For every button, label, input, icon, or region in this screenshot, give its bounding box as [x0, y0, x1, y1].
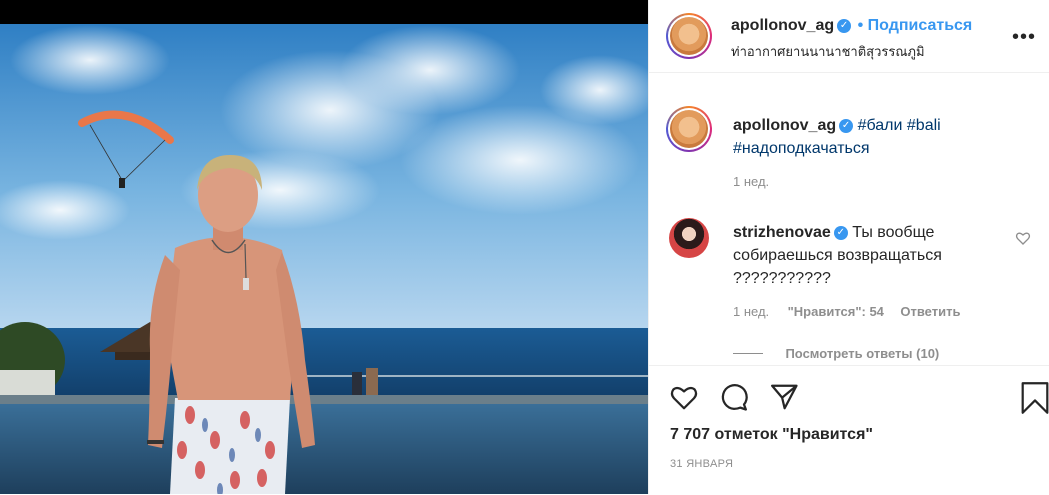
post-details-panel: apollonov_ag ✓ • Подписаться ท่าอากาศยานน…: [648, 0, 1049, 494]
comment-text-line2: собираешься возвращаться: [733, 247, 942, 264]
author-username[interactable]: apollonov_ag: [731, 17, 834, 34]
view-replies[interactable]: Посмотреть ответы (10): [733, 345, 939, 363]
caption-author-avatar[interactable]: [666, 106, 712, 152]
comment-icon[interactable]: [719, 382, 749, 412]
view-replies-label[interactable]: Посмотреть ответы (10): [785, 346, 939, 361]
hashtag-link[interactable]: #надоподкачаться: [733, 140, 870, 157]
caption-username[interactable]: apollonov_ag: [733, 117, 836, 134]
comment-timestamp[interactable]: 1 нед.: [733, 304, 769, 319]
replies-divider-line: [733, 353, 763, 355]
hashtag-link[interactable]: #бали: [858, 117, 903, 134]
verified-badge-icon: ✓: [837, 18, 852, 33]
hashtag-link[interactable]: #bali: [907, 117, 941, 134]
heart-icon[interactable]: [669, 382, 699, 412]
verified-badge-icon: ✓: [839, 118, 854, 133]
comment-body: strizhenovae ✓ Ты вообще собираешься возв…: [733, 221, 1013, 290]
post-image: [0, 0, 648, 494]
verified-badge-icon: ✓: [833, 225, 848, 240]
comment-text-line3: ???????????: [733, 270, 831, 287]
small-heart-icon[interactable]: [1015, 230, 1031, 246]
header-title-row: apollonov_ag ✓ • Подписаться: [731, 17, 972, 35]
follow-button[interactable]: Подписаться: [868, 17, 973, 34]
post-photo[interactable]: [0, 0, 648, 494]
caption-text: apollonov_ag ✓ #бали #bali #надоподкачать…: [733, 114, 1033, 160]
commenter-username[interactable]: strizhenovae: [733, 224, 831, 241]
post-location[interactable]: ท่าอากาศยานนานาชาติสุวรรณภูมิ: [731, 41, 925, 62]
bookmark-icon[interactable]: [1020, 382, 1049, 414]
comment-likes-count[interactable]: "Нравится": 54: [788, 304, 884, 319]
likes-count[interactable]: 7 707 отметок "Нравится": [670, 426, 873, 444]
comment-meta: 1 нед. "Нравится": 54 Ответить: [733, 303, 960, 321]
reply-button[interactable]: Ответить: [900, 304, 960, 319]
more-options-icon[interactable]: •••: [1012, 26, 1036, 49]
comment-text-line1: Ты вообще: [852, 224, 935, 241]
author-avatar[interactable]: [666, 13, 712, 59]
share-icon[interactable]: [769, 382, 799, 412]
post-header: apollonov_ag ✓ • Подписаться ท่าอากาศยานน…: [649, 0, 1049, 73]
commenter-avatar[interactable]: [669, 218, 709, 258]
follow-separator: •: [857, 17, 864, 34]
post-date[interactable]: 31 ЯНВАРЯ: [670, 458, 733, 470]
caption-timestamp[interactable]: 1 нед.: [733, 174, 769, 189]
